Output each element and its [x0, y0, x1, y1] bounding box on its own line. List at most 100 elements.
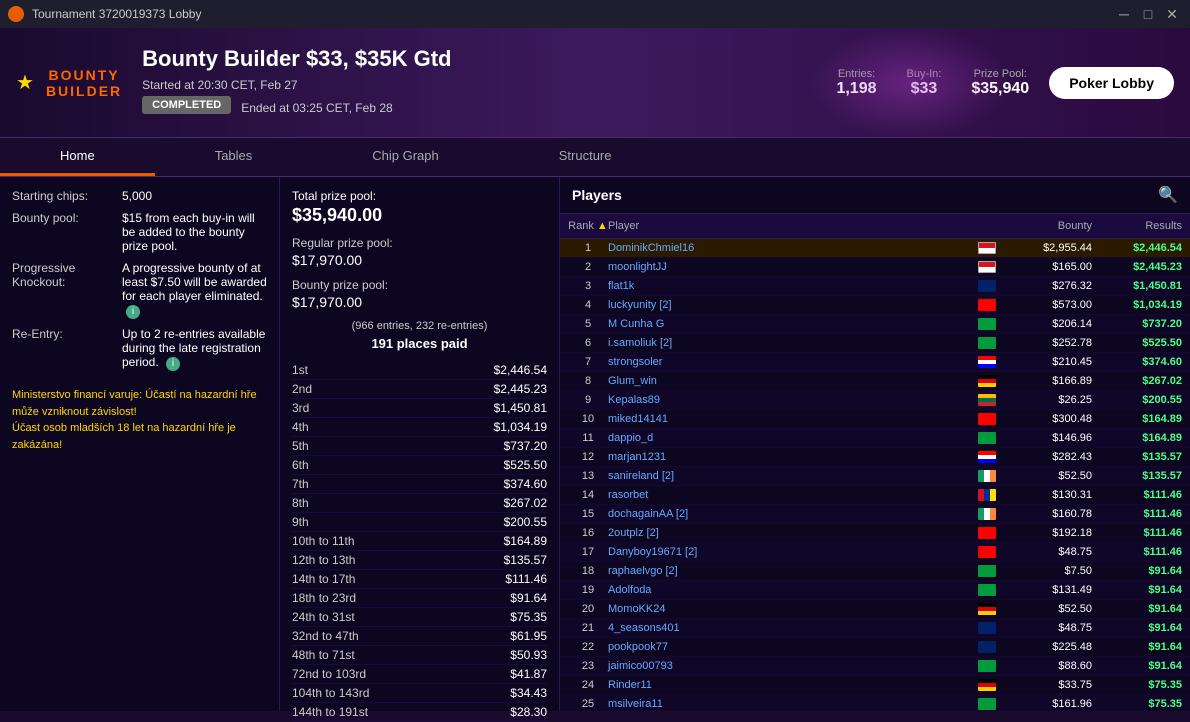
player-name[interactable]: moonlightJJ	[608, 261, 972, 273]
player-name[interactable]: marjan1231	[608, 451, 972, 463]
table-row[interactable]: 17 Danyboy19671 [2] $48.75 $111.46	[560, 543, 1190, 562]
player-column-header[interactable]: Player	[608, 220, 972, 232]
player-name[interactable]: jaimico00793	[608, 660, 972, 672]
player-name[interactable]: Kepalas89	[608, 394, 972, 406]
table-row[interactable]: 15 dochagainAA [2] $160.78 $111.46	[560, 505, 1190, 524]
header: ★ BOUNTY BUILDER Bounty Builder $33, $35…	[0, 28, 1190, 138]
payout-position: 3rd	[292, 401, 309, 415]
player-name[interactable]: Danyboy19671 [2]	[608, 546, 972, 558]
search-button[interactable]: 🔍	[1158, 185, 1178, 205]
table-row[interactable]: 25 msilveira11 $161.96 $75.35	[560, 695, 1190, 711]
table-row[interactable]: 19 Adolfoda $131.49 $91.64	[560, 581, 1190, 600]
payout-row: 12th to 13th$135.57	[292, 551, 547, 570]
player-name[interactable]: luckyunity [2]	[608, 299, 972, 311]
table-row[interactable]: 11 dappio_d $146.96 $164.89	[560, 429, 1190, 448]
title-bar: Tournament 3720019373 Lobby ─ □ ✕	[0, 0, 1190, 28]
bounty-cell: $225.48	[1002, 641, 1092, 653]
rank-cell: 16	[568, 527, 608, 539]
player-name[interactable]: DominikChmiel16	[608, 242, 972, 254]
payout-row: 144th to 191st$28.30	[292, 703, 547, 722]
player-name[interactable]: Glum_win	[608, 375, 972, 387]
tab-home[interactable]: Home	[0, 138, 155, 176]
player-name[interactable]: rasorbet	[608, 489, 972, 501]
table-row[interactable]: 3 flat1k $276.32 $1,450.81	[560, 277, 1190, 296]
maximize-button[interactable]: □	[1138, 4, 1158, 24]
player-name[interactable]: strongsoler	[608, 356, 972, 368]
table-row[interactable]: 13 sanireland [2] $52.50 $135.57	[560, 467, 1190, 486]
table-row[interactable]: 8 Glum_win $166.89 $267.02	[560, 372, 1190, 391]
minimize-button[interactable]: ─	[1114, 4, 1134, 24]
player-name[interactable]: 4_seasons401	[608, 622, 972, 634]
country-flag	[978, 489, 996, 501]
table-row[interactable]: 7 strongsoler $210.45 $374.60	[560, 353, 1190, 372]
app-icon	[8, 6, 24, 22]
bounty-prize-label: Bounty prize pool:	[292, 278, 547, 292]
tab-structure[interactable]: Structure	[499, 138, 672, 176]
table-row[interactable]: 24 Rinder11 $33.75 $75.35	[560, 676, 1190, 695]
flag-cell	[972, 432, 1002, 444]
table-row[interactable]: 21 4_seasons401 $48.75 $91.64	[560, 619, 1190, 638]
reentry-info-icon[interactable]: i	[166, 357, 180, 371]
close-button[interactable]: ✕	[1162, 4, 1182, 24]
bounty-cell: $573.00	[1002, 299, 1092, 311]
payout-row: 72nd to 103rd$41.87	[292, 665, 547, 684]
player-name[interactable]: Rinder11	[608, 679, 972, 691]
table-row[interactable]: 2 moonlightJJ $165.00 $2,445.23	[560, 258, 1190, 277]
table-row[interactable]: 16 2outplz [2] $192.18 $111.46	[560, 524, 1190, 543]
table-row[interactable]: 22 pookpook77 $225.48 $91.64	[560, 638, 1190, 657]
rank-column-header[interactable]: Rank ▲	[568, 220, 608, 232]
player-name[interactable]: 2outplz [2]	[608, 527, 972, 539]
table-row[interactable]: 18 raphaelvgo [2] $7.50 $91.64	[560, 562, 1190, 581]
results-column-header[interactable]: Results	[1092, 220, 1182, 232]
player-name[interactable]: raphaelvgo [2]	[608, 565, 972, 577]
payout-row: 24th to 31st$75.35	[292, 608, 547, 627]
table-row[interactable]: 23 jaimico00793 $88.60 $91.64	[560, 657, 1190, 676]
poker-lobby-button[interactable]: Poker Lobby	[1049, 67, 1174, 99]
payout-amount: $41.87	[510, 667, 547, 681]
rank-cell: 24	[568, 679, 608, 691]
results-cell: $525.50	[1092, 337, 1182, 349]
flag-cell	[972, 679, 1002, 691]
table-row[interactable]: 4 luckyunity [2] $573.00 $1,034.19	[560, 296, 1190, 315]
player-name[interactable]: flat1k	[608, 280, 972, 292]
results-cell: $75.35	[1092, 698, 1182, 710]
payout-amount: $111.46	[505, 572, 547, 586]
regular-prize-label: Regular prize pool:	[292, 236, 547, 250]
table-row[interactable]: 1 DominikChmiel16 $2,955.44 $2,446.54	[560, 239, 1190, 258]
player-name[interactable]: miked14141	[608, 413, 972, 425]
payout-row: 18th to 23rd$91.64	[292, 589, 547, 608]
pko-label: Progressive Knockout:	[12, 261, 122, 319]
country-flag	[978, 261, 996, 273]
player-name[interactable]: dochagainAA [2]	[608, 508, 972, 520]
player-name[interactable]: dappio_d	[608, 432, 972, 444]
payout-amount: $61.95	[510, 629, 547, 643]
results-cell: $2,446.54	[1092, 242, 1182, 254]
player-name[interactable]: i.samoliuk [2]	[608, 337, 972, 349]
payout-row: 48th to 71st$50.93	[292, 646, 547, 665]
table-row[interactable]: 14 rasorbet $130.31 $111.46	[560, 486, 1190, 505]
table-row[interactable]: 9 Kepalas89 $26.25 $200.55	[560, 391, 1190, 410]
player-name[interactable]: msilveira11	[608, 698, 972, 710]
rank-cell: 20	[568, 603, 608, 615]
tab-tables[interactable]: Tables	[155, 138, 313, 176]
rank-cell: 8	[568, 375, 608, 387]
player-name[interactable]: pookpook77	[608, 641, 972, 653]
pko-info-icon[interactable]: i	[126, 305, 140, 319]
player-name[interactable]: sanireland [2]	[608, 470, 972, 482]
table-row[interactable]: 20 MomoKK24 $52.50 $91.64	[560, 600, 1190, 619]
results-cell: $91.64	[1092, 565, 1182, 577]
table-row[interactable]: 6 i.samoliuk [2] $252.78 $525.50	[560, 334, 1190, 353]
results-cell: $135.57	[1092, 470, 1182, 482]
tab-chip-graph[interactable]: Chip Graph	[312, 138, 498, 176]
rank-cell: 3	[568, 280, 608, 292]
player-name[interactable]: MomoKK24	[608, 603, 972, 615]
tournament-title: Bounty Builder $33, $35K Gtd	[142, 46, 836, 72]
bounty-column-header[interactable]: Bounty	[1002, 220, 1092, 232]
table-row[interactable]: 5 M Cunha G $206.14 $737.20	[560, 315, 1190, 334]
table-row[interactable]: 10 miked14141 $300.48 $164.89	[560, 410, 1190, 429]
star-icon: ★	[16, 70, 34, 95]
table-row[interactable]: 12 marjan1231 $282.43 $135.57	[560, 448, 1190, 467]
player-name[interactable]: M Cunha G	[608, 318, 972, 330]
player-name[interactable]: Adolfoda	[608, 584, 972, 596]
payout-row: 2nd$2,445.23	[292, 380, 547, 399]
